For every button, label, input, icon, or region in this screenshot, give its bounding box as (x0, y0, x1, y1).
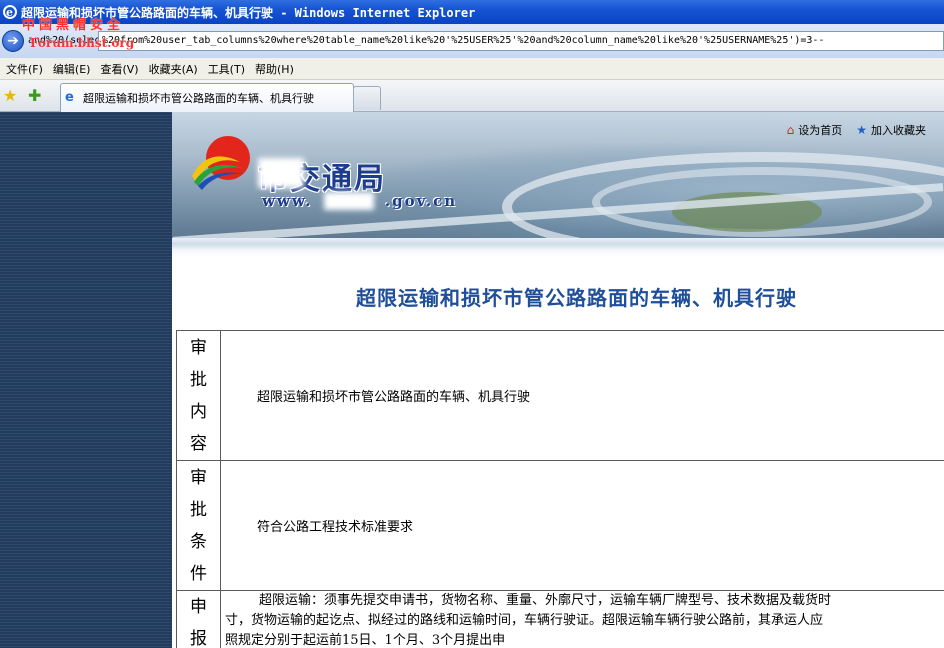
favorites-star-icon[interactable]: ★ (3, 86, 17, 105)
ie-logo-icon: e (3, 5, 17, 19)
label-char: 报 (190, 629, 207, 648)
tab-bar: ★ ✚ e 超限运输和损坏市管公路路面的车辆、机具行驶 (0, 80, 944, 112)
label-char: 审 (190, 337, 207, 358)
site-url-suffix: .gov.cn (384, 192, 458, 210)
label-char: 批 (190, 499, 207, 520)
new-tab-button[interactable] (353, 86, 381, 110)
favorite-icon: ★ (856, 123, 867, 137)
banner-links: ⌂ 设为首页 ★ 加入收藏夹 (787, 122, 926, 138)
menu-file[interactable]: 文件(F) (4, 61, 51, 77)
redaction-blur (258, 158, 304, 188)
row-value-line: 超限运输：须事先提交申请书，货物名称、重量、外廓尺寸，运输车辆厂牌型号、技术数据… (259, 593, 832, 608)
row-label: 审 批 内 容 (176, 330, 221, 461)
page-title: 超限运输和损坏市管公路路面的车辆、机具行驶 (356, 286, 797, 310)
site-banner: 市交通局 www. .gov.cn ⌂ 设为首页 ★ 加入收藏夹 (172, 112, 944, 238)
site-logo-icon (192, 136, 250, 190)
row-value: 符合公路工程技术标准要求 (220, 460, 944, 591)
page-content: 超限运输和损坏市管公路路面的车辆、机具行驶 审 批 内 容 超限运输和损坏市管公… (172, 258, 944, 648)
add-favorite-icon[interactable]: ✚ (28, 86, 41, 105)
set-home-label: 设为首页 (798, 124, 843, 137)
table-row: 审 批 内 容 超限运输和损坏市管公路路面的车辆、机具行驶 (176, 330, 944, 461)
menu-bar: 文件(F) 编辑(E) 查看(V) 收藏夹(A) 工具(T) 帮助(H) (0, 58, 944, 80)
table-row: 审 批 条 件 符合公路工程技术标准要求 (176, 460, 944, 591)
add-favorite-link[interactable]: ★ 加入收藏夹 (856, 122, 926, 138)
back-arrow-icon: ➔ (7, 33, 19, 49)
row-value: 超限运输：须事先提交申请书，货物名称、重量、外廓尺寸，运输车辆厂牌型号、技术数据… (220, 590, 944, 648)
window-titlebar[interactable]: e 超限运输和损坏市管公路路面的车辆、机具行驶 - Windows Intern… (0, 0, 944, 24)
label-char: 申 (190, 597, 207, 617)
row-label: 申 报 (176, 590, 221, 648)
watermark-url: Forum.bhst.org (30, 36, 135, 50)
label-char: 内 (190, 401, 207, 422)
menu-tools[interactable]: 工具(T) (206, 61, 253, 77)
row-label: 审 批 条 件 (176, 460, 221, 591)
info-table: 审 批 内 容 超限运输和损坏市管公路路面的车辆、机具行驶 审 批 条 件 符合… (176, 330, 944, 648)
table-row: 申 报 超限运输：须事先提交申请书，货物名称、重量、外廓尺寸，运输车辆厂牌型号、… (176, 590, 944, 648)
label-char: 条 (190, 531, 207, 552)
left-strip (0, 112, 172, 648)
tab-active[interactable]: e 超限运输和损坏市管公路路面的车辆、机具行驶 (60, 83, 354, 112)
menu-favorites[interactable]: 收藏夹(A) (147, 61, 206, 77)
menu-edit[interactable]: 编辑(E) (51, 61, 99, 77)
label-char: 件 (190, 563, 207, 584)
redaction-blur (324, 192, 374, 210)
address-bar: ➔ and%20(select%20count(*) %20from%20use… (0, 24, 944, 58)
menu-view[interactable]: 查看(V) (98, 61, 146, 77)
banner-divider (172, 238, 944, 258)
site-url-prefix: www. (262, 192, 313, 210)
label-char: 容 (190, 433, 207, 454)
label-char: 批 (190, 369, 207, 390)
tab-active-label: 超限运输和损坏市管公路路面的车辆、机具行驶 (83, 92, 314, 105)
home-icon: ⌂ (786, 123, 795, 137)
row-value-line: 照规定分别于起运前15日、1个月、3个月提出申 (225, 633, 506, 648)
row-value: 超限运输和损坏市管公路路面的车辆、机具行驶 (220, 330, 944, 461)
menu-help[interactable]: 帮助(H) (253, 61, 302, 77)
watermark-title: 中国黑帽安全 (22, 18, 125, 33)
svg-text:e: e (6, 6, 13, 19)
set-home-link[interactable]: ⌂ 设为首页 (787, 122, 843, 138)
add-favorite-label: 加入收藏夹 (871, 124, 926, 137)
back-button[interactable]: ➔ (2, 30, 24, 52)
label-char: 审 (190, 467, 207, 488)
url-input[interactable]: %20from%20user_tab_columns%20where%20tab… (98, 31, 944, 51)
ie-page-icon: e (65, 90, 74, 105)
row-value-line: 寸，货物运输的起讫点、拟经过的路线和运输时间，车辆行驶证。超限运输车辆行驶公路前… (225, 613, 824, 628)
